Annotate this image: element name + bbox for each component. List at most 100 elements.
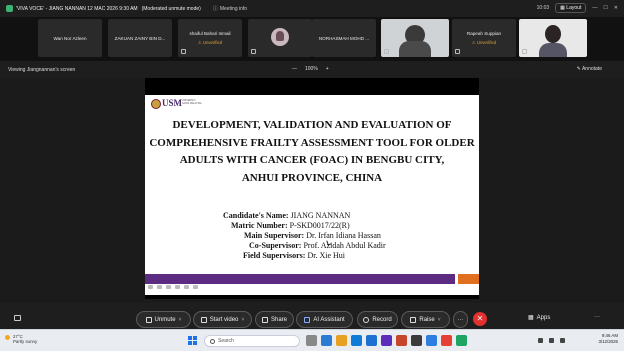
participant-video-head [545,25,561,43]
co-supervisor-row: Co-Supervisor: Prof. Azidah Abdul Kadir [249,241,386,250]
participant-tile[interactable] [248,19,312,57]
hand-icon [410,316,417,323]
participant-name: ZAKUAN ZAINY BIN D... [114,36,166,41]
share-icon [261,316,268,323]
shield-icon [6,5,13,12]
usm-logo-text: USM [162,98,182,108]
toolbar-more-icon[interactable]: ··· [594,314,600,320]
leave-button[interactable]: ✕ [473,312,487,326]
microphone-icon [145,316,152,323]
participant-video-tile[interactable] [519,19,587,57]
participant-tile[interactable]: Rapeah Suppian ⚠ Unverified [452,19,516,57]
clock: 10:03 [536,5,550,11]
more-icon: ··· [457,316,464,323]
participant-strip: Wan Nor Azleen ZAKUAN ZAINY BIN D... sha… [0,17,624,61]
viewing-label: Viewing Jiangnannan's screen [8,67,76,73]
unverified-badge: ⚠ Unverified [197,40,223,45]
slide-footer-accent [458,274,479,284]
battery-icon[interactable] [560,338,565,343]
chevron-down-icon: ˅ [178,316,182,323]
teams-icon[interactable] [381,335,392,346]
ai-assistant-button[interactable]: AI Assistant [296,311,353,328]
record-icon [363,316,370,323]
mic-muted-icon [384,49,389,54]
file-explorer-icon[interactable] [336,335,347,346]
info-icon: ⓘ [212,6,218,12]
search-icon [210,338,215,344]
field-supervisor-row: Field Supervisors: Dr. Xie Hui [243,251,346,260]
participant-video-body [399,41,431,57]
edge-icon[interactable] [351,335,362,346]
participant-name: Wan Nor Azleen [53,36,87,41]
unverified-badge: ⚠ Unverified [471,40,497,45]
meeting-info-button[interactable]: ⓘ Meeting info [212,5,247,13]
chrome-icon[interactable] [441,335,452,346]
participant-video-tile[interactable] [381,19,449,57]
moderation-mode: (Moderated unmute mode) [141,5,201,12]
store-icon[interactable] [411,335,422,346]
participant-tile[interactable]: shaiful Bahari Ismail ⚠ Unverified [178,19,242,57]
slide-body: USM UNIVERSITI SAINS MALAYSIA DEVELOPMEN… [145,95,479,295]
meeting-app-icon[interactable] [321,335,332,346]
mic-muted-icon [522,49,527,54]
chevron-down-icon: ˅ [437,316,441,323]
close-button[interactable]: ✕ [614,5,618,11]
raise-hand-button[interactable]: Raise ˅ [401,311,450,328]
avatar-figure [276,31,284,41]
taskbar-search[interactable]: Search [204,335,300,347]
apps-button[interactable]: ▦ Apps [528,314,550,322]
share-button[interactable]: Share [255,311,294,328]
zoom-icon[interactable] [426,335,437,346]
zoom-out-button[interactable]: — [292,66,297,72]
slide-title: DEVELOPMENT, VALIDATION AND EVALUATION O… [149,119,475,184]
unmute-button[interactable]: Unmute ˅ [136,311,191,328]
participant-name: Rapeah Suppian [466,31,502,36]
meeting-title: 'VIVA VOCE' - JIANG NANNAN 12 MAC 2026 9… [16,5,138,12]
app-icon[interactable] [456,335,467,346]
speaker-icon[interactable] [549,338,554,343]
system-tray-icons [538,338,565,343]
matric-row: Matric Number: P-SKD0017/22(R) [231,221,350,230]
shared-slide: USM UNIVERSITI SAINS MALAYSIA DEVELOPMEN… [145,78,479,299]
maximize-button[interactable]: ☐ [603,5,607,11]
taskbar-clock[interactable]: 9:46 AM 3/12/2026 [598,333,618,345]
camera-icon [200,316,207,323]
taskbar-apps [306,335,467,346]
word-icon[interactable] [366,335,377,346]
chat-icon[interactable] [14,315,21,321]
more-options-button[interactable]: ··· [453,311,468,328]
participant-tile[interactable]: Wan Nor Azleen [38,19,102,57]
powerpoint-icon[interactable] [396,335,407,346]
taskview-icon[interactable] [306,335,317,346]
mic-muted-icon [181,49,186,54]
chevron-down-icon: ˅ [241,316,245,323]
mic-muted-icon [251,49,256,54]
ai-assistant-icon [304,316,311,323]
meeting-toolbar: Unmute ˅ Start video ˅ Share AI Assistant … [0,303,624,329]
os-taskbar: 27°C Partly sunny Search 9:46 AM 3/12/20… [0,329,624,351]
slide-controls[interactable] [148,285,212,290]
wifi-icon[interactable] [538,338,543,343]
zoom-level: 100% [305,66,318,72]
sun-icon [5,335,10,340]
apps-icon: ▦ [528,315,534,321]
slide-footer-band [145,274,455,284]
annotate-button[interactable]: ✎ Annotate [577,66,602,72]
share-view-bar: Viewing Jiangnannan's screen — 100% + ✎ … [0,61,624,78]
record-button[interactable]: Record [357,311,398,328]
meeting-title-bar: 'VIVA VOCE' - JIANG NANNAN 12 MAC 2026 9… [0,0,624,17]
zoom-in-button[interactable]: + [326,66,329,72]
participant-name: NORHASMAH MOHD ... [318,36,370,41]
candidate-row: Candidate's Name: JIANG NANNAN [223,211,351,220]
usm-logo-subtext: UNIVERSITI SAINS MALAYSIA [182,99,202,105]
zoom-controls: — 100% + [292,66,329,72]
participant-tile[interactable]: ZAKUAN ZAINY BIN D... [108,19,172,57]
participant-name: shaiful Bahari Ismail [189,31,231,36]
layout-button[interactable]: ▦ Layout [555,3,587,13]
start-video-button[interactable]: Start video ˅ [193,311,252,328]
usm-logo-emblem [151,99,161,109]
participant-tile[interactable]: NORHASMAH MOHD ... [312,19,376,57]
weather-widget[interactable]: 27°C Partly sunny [5,334,37,344]
start-button[interactable] [188,336,197,345]
minimize-button[interactable]: — [592,5,597,11]
